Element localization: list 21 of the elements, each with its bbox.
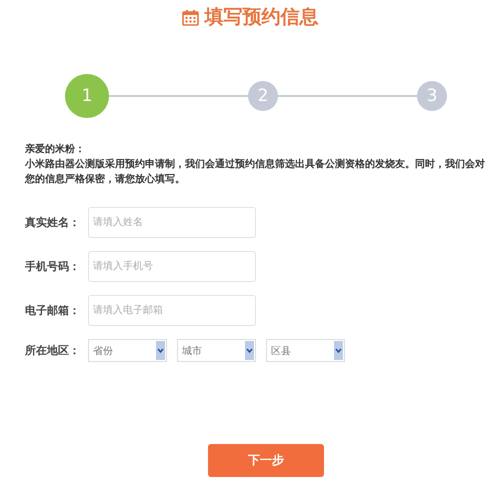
calendar-icon [182,8,198,26]
input-field[interactable]: 请填入电子邮箱 [88,295,256,326]
input-field[interactable]: 请填入手机号 [88,251,256,282]
page-title: 填写预约信息 [204,5,318,30]
step-circle: 1 [65,74,109,118]
field-label: 真实姓名： [25,215,81,230]
input-field[interactable]: 请填入姓名 [88,207,256,238]
chevron-down-icon [156,341,165,360]
field-label: 手机号码： [25,259,81,274]
chevron-down-icon [334,341,343,360]
dropdown[interactable]: 省份 [88,339,167,362]
step-circle: 3 [417,81,447,111]
dropdown[interactable]: 区县 [266,339,345,362]
chevron-down-icon [245,341,254,360]
dropdown[interactable]: 城市 [177,339,256,362]
next-button[interactable]: 下一步 [208,444,324,477]
field-label: 电子邮箱： [25,303,81,318]
step-circle: 2 [248,81,278,111]
intro-text: 小米路由器公测版采用预约申请制，我们会通过预约信息筛选出具备公测资格的发烧友。同时，我们会对您的信息严格保密，请您放心填写。 [25,158,486,187]
greeting-text: 亲爱的米粉： [25,142,86,157]
field-label: 所在地区： [25,343,81,358]
